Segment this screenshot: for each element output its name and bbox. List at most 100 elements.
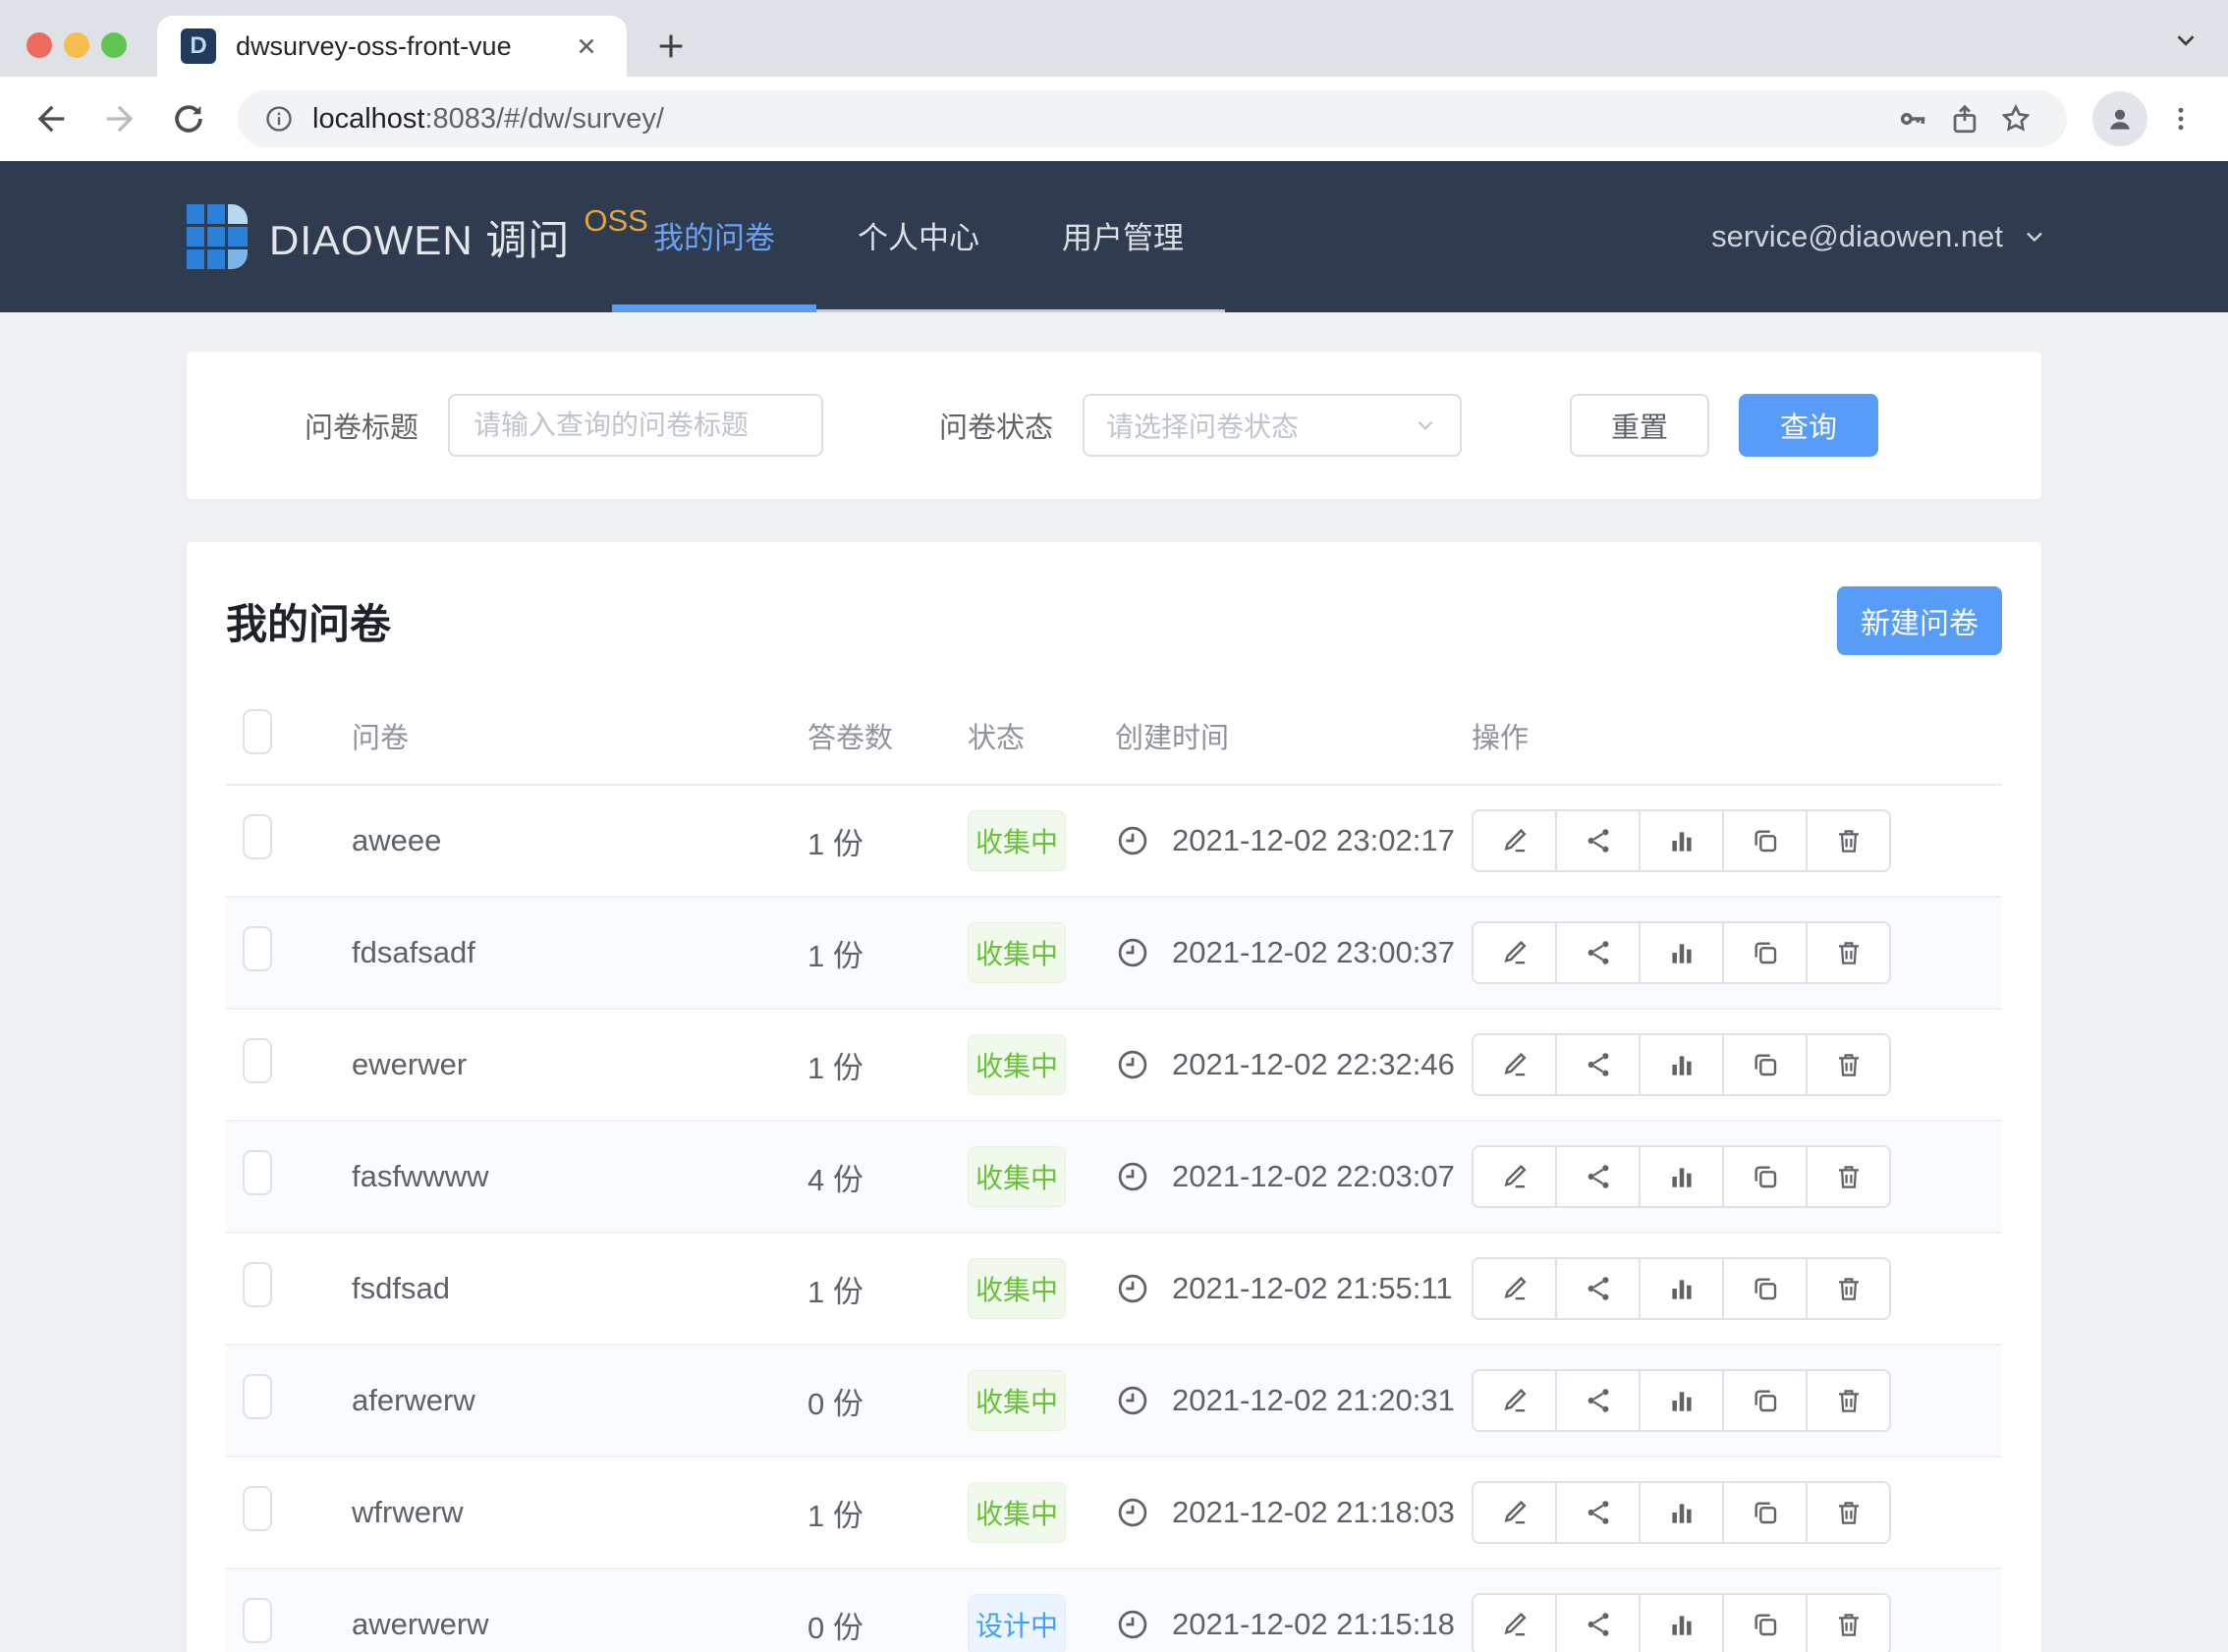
row-checkbox[interactable] [243, 926, 272, 971]
site-info-icon[interactable] [263, 103, 295, 135]
table-header: 问卷 答卷数 状态 创建时间 操作 [226, 688, 2002, 786]
nav-item-user-management[interactable]: 用户管理 [1021, 161, 1225, 309]
share-button[interactable] [1555, 1481, 1641, 1544]
stats-button[interactable] [1639, 1033, 1724, 1096]
create-survey-button[interactable]: 新建问卷 [1837, 586, 2002, 655]
window-controls[interactable] [27, 32, 127, 58]
trash-icon [1833, 1385, 1865, 1416]
copy-button[interactable] [1722, 1257, 1808, 1320]
diaowen-logo-icon [187, 204, 248, 269]
survey-title[interactable]: fdsafsadf [352, 935, 808, 970]
close-window-button[interactable] [27, 32, 52, 58]
share-button[interactable] [1555, 1593, 1641, 1652]
browser-profile-avatar[interactable] [2092, 91, 2147, 146]
edit-icon [1499, 1497, 1531, 1528]
edit-button[interactable] [1472, 1257, 1557, 1320]
edit-button[interactable] [1472, 1033, 1557, 1096]
survey-title[interactable]: ewerwer [352, 1047, 808, 1082]
copy-button[interactable] [1722, 1369, 1808, 1432]
bar-chart-icon [1666, 1385, 1698, 1416]
edit-button[interactable] [1472, 1369, 1557, 1432]
copy-button[interactable] [1722, 1593, 1808, 1652]
survey-title[interactable]: aferwerw [352, 1383, 808, 1418]
stats-button[interactable] [1639, 921, 1724, 984]
answer-count: 1 份 [808, 1491, 968, 1535]
reload-icon[interactable] [161, 91, 216, 146]
survey-title[interactable]: wfrwerw [352, 1495, 808, 1530]
copy-button[interactable] [1722, 809, 1808, 872]
copy-button[interactable] [1722, 1145, 1808, 1208]
survey-status-label: 问卷状态 [939, 405, 1053, 446]
tab-close-icon[interactable] [570, 29, 603, 63]
row-checkbox[interactable] [243, 1150, 272, 1195]
copy-button[interactable] [1722, 921, 1808, 984]
stats-button[interactable] [1639, 1145, 1724, 1208]
reset-button[interactable]: 重置 [1570, 394, 1709, 457]
delete-button[interactable] [1806, 1033, 1891, 1096]
bookmark-star-icon[interactable] [1990, 93, 2041, 144]
delete-button[interactable] [1806, 1257, 1891, 1320]
survey-title[interactable]: fsdfsad [352, 1271, 808, 1306]
share-button[interactable] [1555, 921, 1641, 984]
row-checkbox[interactable] [243, 814, 272, 859]
share-button[interactable] [1555, 1257, 1641, 1320]
row-checkbox[interactable] [243, 1262, 272, 1307]
edit-icon [1499, 1161, 1531, 1192]
minimize-window-button[interactable] [64, 32, 89, 58]
user-menu[interactable]: service@diaowen.net [1711, 161, 2048, 312]
created-time: 2021-12-02 21:20:31 [1172, 1383, 1455, 1418]
stats-button[interactable] [1639, 1593, 1724, 1652]
back-icon[interactable] [24, 91, 79, 146]
survey-title-input[interactable] [448, 394, 823, 457]
share-button[interactable] [1555, 1369, 1641, 1432]
stats-button[interactable] [1639, 1257, 1724, 1320]
status-badge: 收集中 [968, 1482, 1066, 1543]
nav-item-my-surveys[interactable]: 我的问卷 [612, 161, 816, 309]
survey-title[interactable]: fasfwwww [352, 1159, 808, 1194]
stats-button[interactable] [1639, 1369, 1724, 1432]
new-tab-button[interactable] [648, 24, 694, 69]
share-button[interactable] [1555, 1145, 1641, 1208]
forward-icon[interactable] [92, 91, 147, 146]
survey-title[interactable]: awerwerw [352, 1607, 808, 1642]
address-bar[interactable]: localhost:8083/#/dw/survey/ [238, 90, 2067, 147]
col-status: 状态 [968, 715, 1115, 756]
search-button[interactable]: 查询 [1739, 394, 1878, 457]
share-page-icon[interactable] [1939, 93, 1990, 144]
clock-icon [1115, 1495, 1150, 1530]
delete-button[interactable] [1806, 1593, 1891, 1652]
nav-item-personal-center[interactable]: 个人中心 [816, 161, 1021, 309]
survey-title[interactable]: aweee [352, 823, 808, 858]
edit-button[interactable] [1472, 1481, 1557, 1544]
delete-button[interactable] [1806, 809, 1891, 872]
select-all-checkbox[interactable] [243, 709, 272, 754]
delete-button[interactable] [1806, 1481, 1891, 1544]
share-button[interactable] [1555, 809, 1641, 872]
action-group [1472, 1369, 1891, 1432]
delete-button[interactable] [1806, 921, 1891, 984]
copy-button[interactable] [1722, 1481, 1808, 1544]
row-checkbox[interactable] [243, 1038, 272, 1083]
edit-button[interactable] [1472, 809, 1557, 872]
row-checkbox[interactable] [243, 1598, 272, 1643]
edit-button[interactable] [1472, 1593, 1557, 1652]
browser-menu-icon[interactable] [2157, 95, 2204, 142]
password-key-icon[interactable] [1888, 93, 1939, 144]
stats-button[interactable] [1639, 1481, 1724, 1544]
share-button[interactable] [1555, 1033, 1641, 1096]
tab-search-chevron-icon[interactable] [2171, 26, 2200, 55]
edit-button[interactable] [1472, 1145, 1557, 1208]
delete-button[interactable] [1806, 1145, 1891, 1208]
copy-button[interactable] [1722, 1033, 1808, 1096]
row-checkbox[interactable] [243, 1486, 272, 1531]
survey-status-select[interactable]: 请选择问卷状态 [1083, 394, 1462, 457]
share-icon [1583, 1609, 1614, 1640]
row-checkbox[interactable] [243, 1374, 272, 1419]
delete-button[interactable] [1806, 1369, 1891, 1432]
url-text[interactable]: localhost:8083/#/dw/survey/ [312, 103, 1888, 136]
maximize-window-button[interactable] [101, 32, 127, 58]
stats-button[interactable] [1639, 809, 1724, 872]
browser-tab[interactable]: D dwsurvey-oss-front-vue [157, 16, 627, 77]
app-logo[interactable]: DIAOWEN 调问 OSS [187, 161, 648, 312]
edit-button[interactable] [1472, 921, 1557, 984]
